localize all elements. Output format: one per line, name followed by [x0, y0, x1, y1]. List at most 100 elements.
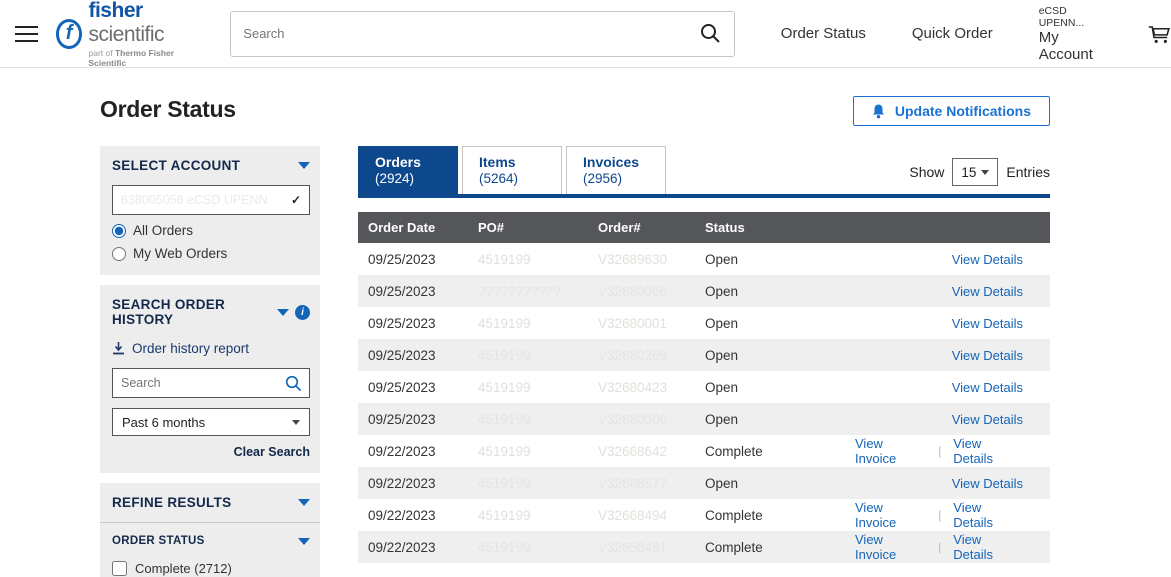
- brand-tagline: part of Thermo Fisher Scientific: [88, 48, 205, 68]
- divider: |: [938, 508, 941, 522]
- chevron-down-icon[interactable]: [298, 162, 310, 169]
- search-input[interactable]: [230, 11, 735, 57]
- chevron-down-icon[interactable]: [277, 309, 289, 316]
- tab-items-count: (5264): [479, 171, 545, 186]
- view-details-link[interactable]: View Details: [952, 252, 1023, 267]
- status-value: Open: [705, 252, 855, 267]
- col-status: Status: [705, 220, 855, 235]
- view-invoice-link[interactable]: View Invoice: [855, 500, 926, 530]
- tab-orders[interactable]: Orders (2924): [358, 146, 458, 194]
- status-value: Open: [705, 348, 855, 363]
- my-account[interactable]: eCSD UPENN... My Account: [1039, 5, 1107, 63]
- refine-results-header[interactable]: REFINE RESULTS: [112, 495, 310, 510]
- nav-quick-order[interactable]: Quick Order: [912, 25, 993, 42]
- tab-invoices[interactable]: Invoices (2956): [566, 146, 666, 194]
- my-web-orders-radio[interactable]: [112, 247, 126, 261]
- order-status-filter-title: ORDER STATUS: [112, 535, 205, 547]
- table-row: 09/25/2023 4519199 V32680506 Open View D…: [358, 403, 1050, 435]
- info-icon[interactable]: i: [295, 305, 310, 320]
- search-order-history-title: SEARCH ORDER HISTORY: [112, 297, 277, 327]
- view-details-link[interactable]: View Details: [952, 316, 1023, 331]
- chevron-down-icon[interactable]: [298, 538, 310, 545]
- po-number: 4519199: [478, 348, 598, 363]
- view-details-link[interactable]: View Details: [952, 476, 1023, 491]
- all-orders-label: All Orders: [133, 223, 193, 238]
- order-history-search-input[interactable]: [113, 369, 309, 397]
- order-date: 09/25/2023: [368, 252, 478, 267]
- search-icon[interactable]: [700, 23, 721, 44]
- po-number: ???????????: [478, 284, 598, 299]
- bell-icon: [872, 104, 885, 119]
- refine-results-panel: REFINE RESULTS ORDER STATUS Complete (27…: [100, 483, 320, 577]
- order-date: 09/22/2023: [368, 476, 478, 491]
- order-date: 09/25/2023: [368, 348, 478, 363]
- fisher-logo-icon: f: [56, 19, 83, 49]
- select-account-header[interactable]: SELECT ACCOUNT: [112, 158, 310, 173]
- status-value: Open: [705, 412, 855, 427]
- cart-icon[interactable]: [1147, 21, 1171, 47]
- po-number: 4519199: [478, 412, 598, 427]
- table-row: 09/25/2023 4519199 V32689630 Open View D…: [358, 243, 1050, 275]
- order-number: V32680001: [598, 316, 705, 331]
- status-value: Complete: [705, 508, 855, 523]
- date-range-select[interactable]: Past 6 months: [112, 408, 310, 436]
- status-value: Complete: [705, 540, 855, 555]
- col-order-date: Order Date: [368, 220, 478, 235]
- col-order: Order#: [598, 220, 705, 235]
- update-notifications-label: Update Notifications: [895, 103, 1031, 119]
- status-value: Open: [705, 476, 855, 491]
- po-number: 4519199: [478, 476, 598, 491]
- view-details-link[interactable]: View Details: [952, 284, 1023, 299]
- tab-items-label: Items: [479, 154, 545, 170]
- menu-icon[interactable]: [15, 21, 38, 47]
- view-details-link[interactable]: View Details: [953, 436, 1023, 466]
- order-history-report-label: Order history report: [132, 341, 249, 356]
- view-details-link[interactable]: View Details: [953, 500, 1023, 530]
- all-orders-radio[interactable]: [112, 224, 126, 238]
- filter-complete[interactable]: Complete (2712): [112, 561, 310, 576]
- order-history-report-link[interactable]: Order history report: [112, 341, 310, 356]
- nav-order-status[interactable]: Order Status: [781, 25, 866, 42]
- order-status-filter-header[interactable]: ORDER STATUS: [112, 535, 310, 547]
- radio-my-web-orders[interactable]: My Web Orders: [112, 246, 310, 261]
- show-entries: Show 15 Entries: [909, 158, 1050, 186]
- search-order-history-header[interactable]: SEARCH ORDER HISTORY i: [112, 297, 310, 327]
- view-details-link[interactable]: View Details: [952, 348, 1023, 363]
- order-date: 09/25/2023: [368, 316, 478, 331]
- order-number: V32689630: [598, 252, 705, 267]
- complete-checkbox[interactable]: [112, 561, 127, 576]
- top-header: f fisher scientific part of Thermo Fishe…: [0, 0, 1171, 68]
- view-invoice-link[interactable]: View Invoice: [855, 436, 926, 466]
- clear-search-link[interactable]: Clear Search: [112, 445, 310, 459]
- chevron-down-icon[interactable]: [298, 499, 310, 506]
- entries-value: 15: [961, 165, 976, 180]
- po-number: 4519199: [478, 508, 598, 523]
- show-label: Show: [909, 164, 944, 180]
- account-select[interactable]: 638005056 eCSD UPENN ✓: [112, 185, 310, 215]
- order-history-search: [112, 368, 310, 398]
- view-details-link[interactable]: View Details: [953, 532, 1023, 562]
- fisher-logo[interactable]: f fisher scientific part of Thermo Fishe…: [56, 0, 206, 68]
- page-title: Order Status: [100, 96, 236, 123]
- check-icon: ✓: [291, 193, 301, 207]
- refine-results-title: REFINE RESULTS: [112, 495, 231, 510]
- order-number: V32680056: [598, 284, 705, 299]
- brand-name: fisher scientific: [88, 0, 205, 47]
- select-account-title: SELECT ACCOUNT: [112, 158, 240, 173]
- update-notifications-button[interactable]: Update Notifications: [853, 96, 1050, 126]
- table-row: 09/25/2023 4519199 V32680001 Open View D…: [358, 307, 1050, 339]
- tab-items[interactable]: Items (5264): [462, 146, 562, 194]
- table-row: 09/25/2023 4519199 V32680269 Open View D…: [358, 339, 1050, 371]
- order-number: V32680269: [598, 348, 705, 363]
- search-icon[interactable]: [285, 375, 302, 392]
- entries-select[interactable]: 15: [952, 158, 998, 186]
- order-number: V32668494: [598, 508, 705, 523]
- radio-all-orders[interactable]: All Orders: [112, 223, 310, 238]
- chevron-down-icon: [981, 170, 989, 175]
- view-details-link[interactable]: View Details: [952, 380, 1023, 395]
- view-invoice-link[interactable]: View Invoice: [855, 532, 926, 562]
- table-row: 09/22/2023 4519199 V32668642 Complete Vi…: [358, 435, 1050, 467]
- view-details-link[interactable]: View Details: [952, 412, 1023, 427]
- table-row: 09/22/2023 4519199 V32658481 Complete Vi…: [358, 531, 1050, 563]
- divider: [100, 522, 320, 523]
